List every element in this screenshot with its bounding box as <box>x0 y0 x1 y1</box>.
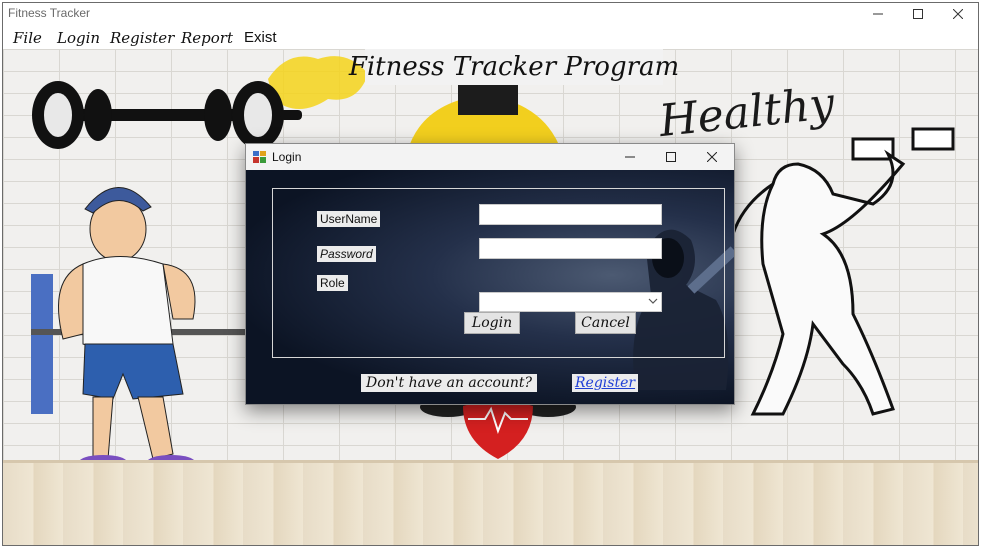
program-title: Fitness Tracker Program <box>348 52 680 82</box>
password-label: Password <box>317 246 376 262</box>
maximize-button[interactable] <box>898 3 938 25</box>
role-label: Role <box>317 275 348 291</box>
app-icon <box>253 151 266 163</box>
heart-pulse-graphic <box>420 401 576 459</box>
menu-bar: File Login Register Report Exist <box>3 25 978 49</box>
no-account-text: Don't have an account? <box>361 374 538 392</box>
login-form-panel: UserName Password Role Login Cancel <box>272 188 725 358</box>
menu-file[interactable]: File <box>13 29 42 47</box>
username-input[interactable] <box>479 204 662 225</box>
maximize-icon <box>913 9 923 19</box>
username-label: UserName <box>317 211 381 227</box>
dialog-body: UserName Password Role Login Cancel Don'… <box>246 170 734 404</box>
window-title: Fitness Tracker <box>8 6 91 20</box>
password-input[interactable] <box>479 238 662 259</box>
maximize-icon <box>666 152 676 162</box>
cancel-button[interactable]: Cancel <box>575 312 636 334</box>
dialog-title-bar: Login <box>246 144 734 170</box>
program-title-banner: Fitness Tracker Program <box>349 49 679 85</box>
login-dialog: Login UserName Password Role Login Cance… <box>245 143 735 405</box>
wooden-floor <box>3 460 978 545</box>
dialog-maximize-button[interactable] <box>651 144 691 170</box>
minimize-icon <box>625 156 635 158</box>
athlete-sketch <box>731 127 955 416</box>
title-bar: Fitness Tracker <box>3 3 978 25</box>
menu-register[interactable]: Register <box>110 29 174 47</box>
dialog-title: Login <box>272 150 302 164</box>
menu-login[interactable]: Login <box>57 29 100 47</box>
bodybuilder-cartoon <box>31 187 261 469</box>
chevron-down-icon <box>648 298 658 304</box>
menu-exist[interactable]: Exist <box>244 29 277 46</box>
close-icon <box>707 152 717 162</box>
menu-report[interactable]: Report <box>181 29 233 47</box>
login-button[interactable]: Login <box>464 312 520 334</box>
close-button[interactable] <box>938 3 978 25</box>
register-link[interactable]: Register <box>572 374 639 392</box>
minimize-icon <box>873 13 883 15</box>
dialog-close-button[interactable] <box>692 144 732 170</box>
minimize-button[interactable] <box>858 3 898 25</box>
close-icon <box>953 9 963 19</box>
dialog-minimize-button[interactable] <box>610 144 650 170</box>
role-select[interactable] <box>479 292 662 312</box>
